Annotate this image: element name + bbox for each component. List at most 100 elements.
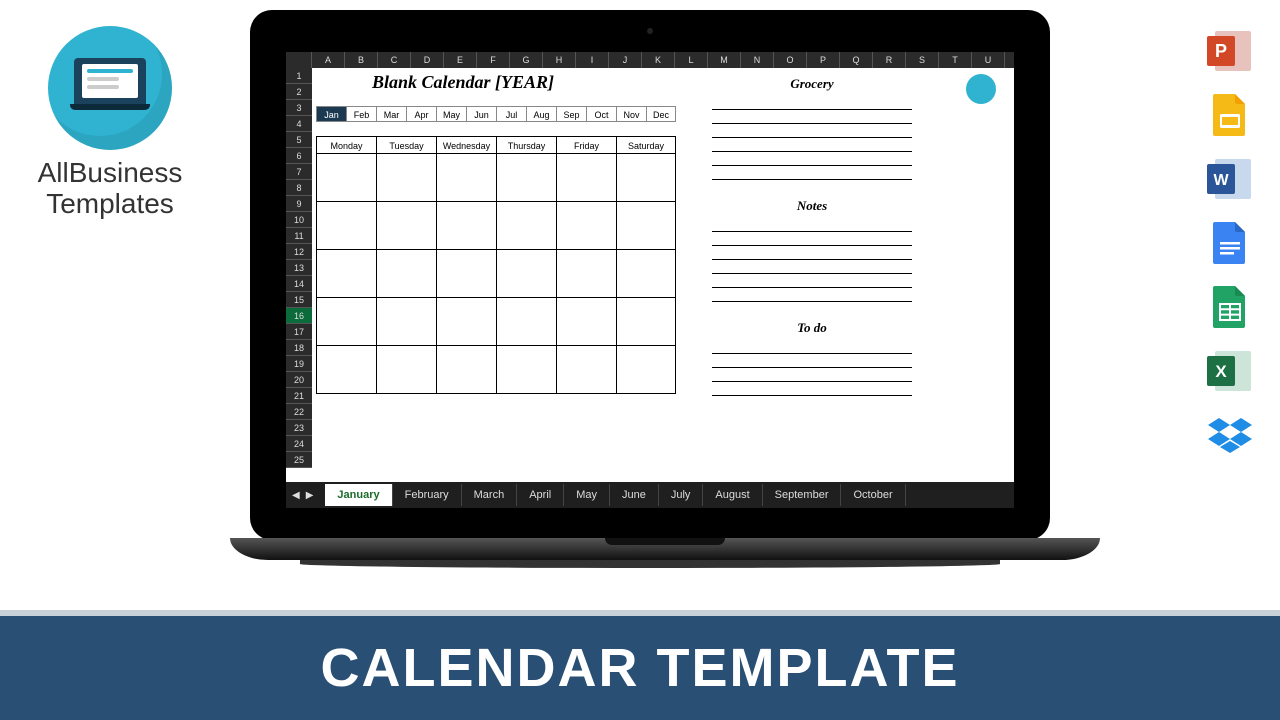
row-header[interactable]: 8 — [286, 180, 312, 196]
row-header[interactable]: 24 — [286, 436, 312, 452]
month-tab[interactable]: Mar — [376, 106, 406, 122]
list-line[interactable] — [712, 260, 912, 274]
sheet-tab[interactable]: May — [564, 484, 610, 506]
list-line[interactable] — [712, 274, 912, 288]
column-header[interactable]: A — [312, 52, 345, 68]
calendar-cell[interactable] — [316, 202, 376, 250]
next-tab-icon[interactable]: ▶ — [306, 490, 314, 501]
calendar-cell[interactable] — [316, 250, 376, 298]
row-header[interactable]: 21 — [286, 388, 312, 404]
list-line[interactable] — [712, 232, 912, 246]
sheet-tab[interactable]: February — [393, 484, 462, 506]
select-all-corner[interactable] — [286, 52, 312, 68]
calendar-cell[interactable] — [616, 250, 676, 298]
list-line[interactable] — [712, 368, 912, 382]
row-header[interactable]: 5 — [286, 132, 312, 148]
row-header[interactable]: 14 — [286, 276, 312, 292]
calendar-cell[interactable] — [496, 154, 556, 202]
row-header[interactable]: 22 — [286, 404, 312, 420]
row-header[interactable]: 25 — [286, 452, 312, 468]
column-header[interactable]: L — [675, 52, 708, 68]
list-line[interactable] — [712, 138, 912, 152]
calendar-cell[interactable] — [436, 250, 496, 298]
column-header[interactable]: D — [411, 52, 444, 68]
row-header[interactable]: 3 — [286, 100, 312, 116]
column-header[interactable]: K — [642, 52, 675, 68]
column-header[interactable]: N — [741, 52, 774, 68]
column-header[interactable]: S — [906, 52, 939, 68]
sheet-grid-area[interactable]: Blank Calendar [YEAR] JanFebMarAprMayJun… — [312, 68, 1014, 482]
list-line[interactable] — [712, 246, 912, 260]
tab-nav-arrows[interactable]: ◀ ▶ — [292, 490, 313, 501]
row-header[interactable]: 11 — [286, 228, 312, 244]
list-line[interactable] — [712, 340, 912, 354]
calendar-cell[interactable] — [436, 346, 496, 394]
sheet-tab[interactable]: April — [517, 484, 564, 506]
list-line[interactable] — [712, 354, 912, 368]
calendar-cell[interactable] — [436, 298, 496, 346]
calendar-cell[interactable] — [376, 298, 436, 346]
row-header[interactable]: 19 — [286, 356, 312, 372]
month-tab[interactable]: Jun — [466, 106, 496, 122]
calendar-cell[interactable] — [496, 346, 556, 394]
row-header[interactable]: 20 — [286, 372, 312, 388]
column-header[interactable]: O — [774, 52, 807, 68]
row-header[interactable]: 7 — [286, 164, 312, 180]
list-line[interactable] — [712, 96, 912, 110]
row-header[interactable]: 16 — [286, 308, 312, 324]
sheet-tab[interactable]: July — [659, 484, 704, 506]
column-header[interactable]: I — [576, 52, 609, 68]
column-header[interactable]: P — [807, 52, 840, 68]
row-header[interactable]: 23 — [286, 420, 312, 436]
month-tab[interactable]: Dec — [646, 106, 676, 122]
month-tab[interactable]: Jan — [316, 106, 346, 122]
calendar-cell[interactable] — [556, 298, 616, 346]
row-header[interactable]: 4 — [286, 116, 312, 132]
column-header[interactable]: C — [378, 52, 411, 68]
column-header[interactable]: Q — [840, 52, 873, 68]
month-tab[interactable]: May — [436, 106, 466, 122]
calendar-cell[interactable] — [316, 298, 376, 346]
calendar-cell[interactable] — [496, 202, 556, 250]
calendar-cell[interactable] — [436, 202, 496, 250]
column-header[interactable]: U — [972, 52, 1005, 68]
month-tab[interactable]: Oct — [586, 106, 616, 122]
column-header[interactable]: J — [609, 52, 642, 68]
column-header[interactable]: H — [543, 52, 576, 68]
column-header[interactable]: F — [477, 52, 510, 68]
calendar-cell[interactable] — [496, 298, 556, 346]
column-header[interactable]: G — [510, 52, 543, 68]
month-tab[interactable]: Sep — [556, 106, 586, 122]
list-line[interactable] — [712, 382, 912, 396]
row-header[interactable]: 15 — [286, 292, 312, 308]
sheet-tab[interactable]: June — [610, 484, 659, 506]
column-header[interactable]: E — [444, 52, 477, 68]
row-header[interactable]: 17 — [286, 324, 312, 340]
calendar-cell[interactable] — [376, 202, 436, 250]
list-line[interactable] — [712, 124, 912, 138]
row-header[interactable]: 18 — [286, 340, 312, 356]
sheet-tab[interactable]: October — [841, 484, 905, 506]
row-header[interactable]: 1 — [286, 68, 312, 84]
row-header[interactable]: 10 — [286, 212, 312, 228]
row-header[interactable]: 6 — [286, 148, 312, 164]
calendar-cell[interactable] — [556, 250, 616, 298]
column-header[interactable]: M — [708, 52, 741, 68]
calendar-cell[interactable] — [316, 346, 376, 394]
row-header[interactable]: 9 — [286, 196, 312, 212]
list-line[interactable] — [712, 218, 912, 232]
calendar-cell[interactable] — [616, 202, 676, 250]
row-header[interactable]: 12 — [286, 244, 312, 260]
sheet-tab[interactable]: January — [325, 484, 392, 506]
month-tab[interactable]: Nov — [616, 106, 646, 122]
month-tab[interactable]: Aug — [526, 106, 556, 122]
column-header[interactable]: T — [939, 52, 972, 68]
column-header[interactable]: B — [345, 52, 378, 68]
calendar-cell[interactable] — [556, 202, 616, 250]
list-line[interactable] — [712, 288, 912, 302]
sheet-tab[interactable]: September — [763, 484, 842, 506]
month-tab[interactable]: Apr — [406, 106, 436, 122]
calendar-cell[interactable] — [436, 154, 496, 202]
row-header[interactable]: 2 — [286, 84, 312, 100]
calendar-cell[interactable] — [376, 346, 436, 394]
